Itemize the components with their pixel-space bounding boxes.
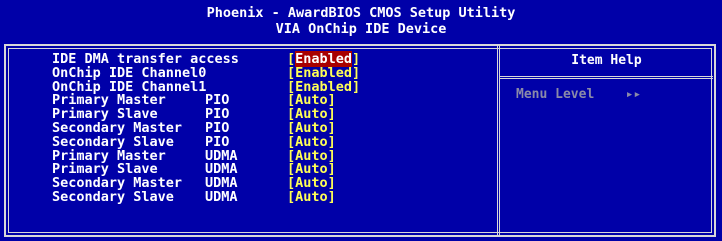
help-separator <box>500 76 713 79</box>
setting-mode: PIO <box>205 133 230 150</box>
item-help-title: Item Help <box>571 53 642 68</box>
setting-mode: PIO <box>205 120 230 136</box>
setting-value[interactable]: Auto <box>295 189 328 205</box>
setting-value-field[interactable]: [Auto] <box>287 190 336 204</box>
bios-title: Phoenix - AwardBIOS CMOS Setup Utility V… <box>0 0 722 42</box>
menu-level: Menu Level ▸▸ <box>516 87 641 103</box>
setting-name: OnChip IDE Channel0 <box>52 64 207 81</box>
setting-name: Secondary Master <box>52 120 183 136</box>
setting-name: Secondary Slave <box>52 189 174 205</box>
menu-level-arrows-icon: ▸▸ <box>625 87 642 102</box>
setting-name: Secondary Slave <box>52 133 174 150</box>
bios-title-line1: Phoenix - AwardBIOS CMOS Setup Utility <box>206 5 516 21</box>
setting-name: IDE DMA transfer access <box>52 51 239 67</box>
bios-title-line2: VIA OnChip IDE Device <box>275 21 447 37</box>
panel-divider <box>497 44 500 237</box>
setting-mode: UDMA <box>205 189 238 205</box>
menu-level-label: Menu Level <box>516 87 595 102</box>
